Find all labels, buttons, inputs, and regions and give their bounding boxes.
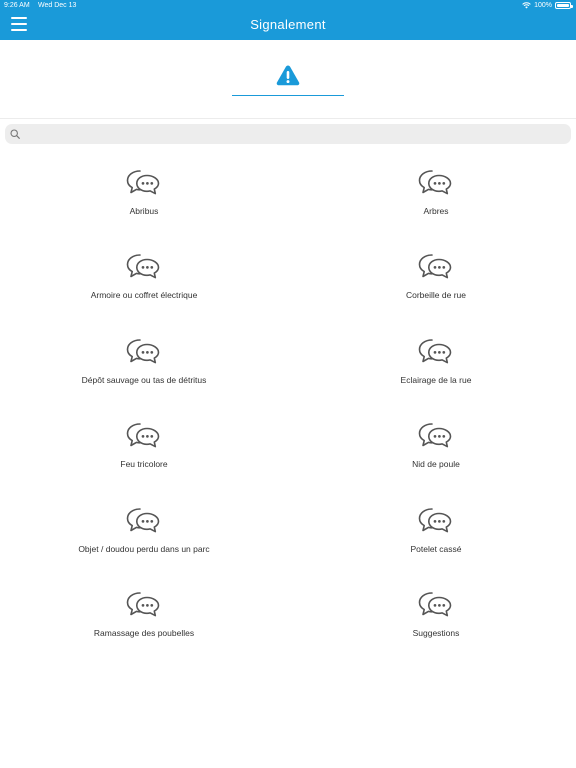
category-label: Corbeille de rue	[405, 290, 466, 301]
category-label: Ramassage des poubelles	[93, 628, 195, 638]
hero-section	[0, 40, 576, 118]
category-item[interactable]: Abribus	[0, 148, 288, 232]
chat-bubbles-icon	[418, 507, 452, 532]
category-label: Arbres	[423, 206, 449, 216]
category-label: Eclairage de la rue	[400, 374, 472, 385]
warning-icon	[276, 65, 300, 86]
category-label: Potelet cassé	[410, 543, 462, 554]
chat-bubbles-icon	[418, 592, 452, 617]
category-label: Abribus	[129, 206, 159, 216]
category-item[interactable]: Eclairage de la rue	[290, 317, 576, 401]
chat-bubbles-icon	[418, 254, 452, 279]
category-label: Dépôt sauvage ou tas de détritus	[81, 374, 207, 385]
chat-bubbles-icon	[126, 170, 160, 195]
chat-bubbles-icon	[126, 423, 160, 448]
search-input[interactable]	[25, 124, 565, 144]
category-label: Armoire ou coffret électrique	[90, 290, 198, 301]
hero-underline	[232, 95, 344, 96]
category-item[interactable]: Arbres	[290, 148, 576, 232]
chat-bubbles-icon	[126, 254, 160, 279]
chat-bubbles-icon	[126, 338, 160, 364]
status-date: Wed Dec 13	[38, 2, 77, 9]
status-indicators: 100%	[522, 2, 573, 9]
chat-bubbles-icon	[418, 423, 452, 448]
battery-icon	[555, 2, 573, 9]
category-item[interactable]: Potelet cassé	[290, 486, 576, 570]
category-item[interactable]: Ramassage des poubelles	[0, 570, 288, 654]
page-title: Signalement	[250, 17, 326, 32]
category-item[interactable]: Objet / doudou perdu dans un parc	[0, 486, 288, 570]
chat-bubbles-icon	[418, 338, 452, 364]
category-label: Suggestions	[412, 628, 460, 638]
nav-bar: 9:26 AM Wed Dec 13 100% Signalement	[0, 0, 576, 40]
category-item[interactable]: Suggestions	[290, 570, 576, 654]
category-item[interactable]: Armoire ou coffret électrique	[0, 232, 288, 316]
chat-bubbles-icon	[126, 592, 160, 617]
category-label: Objet / doudou perdu dans un parc	[78, 543, 210, 554]
category-item[interactable]: Nid de poule	[290, 401, 576, 485]
wifi-icon	[522, 2, 531, 9]
category-label: Feu tricolore	[120, 459, 168, 470]
battery-percent: 100%	[534, 2, 552, 9]
category-item[interactable]: Corbeille de rue	[290, 232, 576, 316]
status-time: 9:26 AM	[4, 2, 30, 9]
divider	[0, 118, 576, 119]
chat-bubbles-icon	[126, 507, 160, 532]
search-bar[interactable]	[5, 124, 571, 144]
category-item[interactable]: Feu tricolore	[0, 401, 288, 485]
category-label: Nid de poule	[412, 459, 460, 470]
search-icon	[10, 129, 20, 139]
category-item[interactable]: Dépôt sauvage ou tas de détritus	[0, 317, 288, 401]
chat-bubbles-icon	[418, 170, 452, 195]
